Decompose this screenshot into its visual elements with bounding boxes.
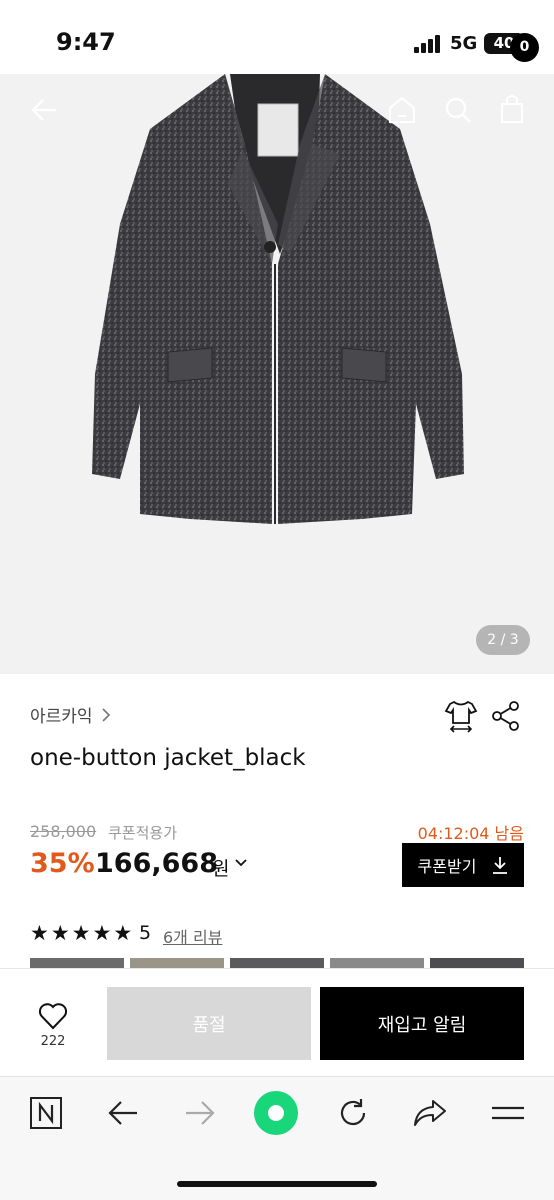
signal-icon xyxy=(414,35,442,53)
naver-n-icon xyxy=(30,1097,62,1129)
green-dot-button[interactable] xyxy=(253,1090,299,1136)
share-page-button[interactable] xyxy=(407,1090,453,1136)
download-icon xyxy=(493,857,508,874)
rating-value: 5 xyxy=(139,922,152,944)
brand-link[interactable]: 아르카익 xyxy=(30,702,113,727)
home-indicator xyxy=(177,1181,377,1187)
refresh-button[interactable] xyxy=(330,1090,376,1136)
search-button[interactable] xyxy=(436,88,480,132)
coupon-price-note: 쿠폰적용가 xyxy=(108,824,178,842)
cart-button[interactable] xyxy=(490,88,534,132)
review-link[interactable]: 6개 리뷰 xyxy=(163,924,222,948)
wishlist-count: 222 xyxy=(40,1034,66,1049)
browser-forward-button[interactable] xyxy=(177,1090,223,1136)
status-bar: 9:47 5G 40 xyxy=(0,0,554,74)
coupon-download-button[interactable]: 쿠폰받기 xyxy=(402,843,524,887)
product-image-gallery[interactable]: 2 / 3 xyxy=(0,74,554,674)
sale-timer: 04:12:04 남음 xyxy=(417,824,524,843)
back-icon xyxy=(108,1101,137,1125)
share-icon[interactable] xyxy=(490,700,522,732)
sale-price: 166,668 xyxy=(95,848,218,879)
cart-count-badge: 0 xyxy=(510,33,539,62)
menu-icon xyxy=(492,1106,524,1120)
heart-icon xyxy=(38,1003,68,1030)
network-type: 5G xyxy=(450,33,478,54)
review-photo-strip[interactable] xyxy=(30,958,524,968)
naver-home-button[interactable] xyxy=(23,1090,69,1136)
forward-icon xyxy=(186,1101,215,1125)
shopping-bag-icon xyxy=(501,95,523,123)
star-icon: ★ xyxy=(92,921,112,945)
chevron-down-icon[interactable] xyxy=(234,856,248,870)
product-image xyxy=(92,74,464,524)
home-button[interactable] xyxy=(380,88,424,132)
star-icon: ★ xyxy=(113,921,133,945)
star-icon: ★ xyxy=(30,921,49,945)
menu-button[interactable] xyxy=(485,1090,531,1136)
discount-rate: 35% xyxy=(30,848,95,879)
size-guide-icon[interactable] xyxy=(444,699,478,733)
home-icon xyxy=(389,96,415,123)
review-photo[interactable] xyxy=(430,958,524,968)
browser-back-button[interactable] xyxy=(100,1090,146,1136)
star-icon: ★ xyxy=(71,921,91,945)
review-photo[interactable] xyxy=(230,958,324,968)
gallery-page-indicator: 2 / 3 xyxy=(476,625,530,655)
share-arrow-icon xyxy=(414,1100,446,1126)
chevron-right-icon xyxy=(101,707,110,722)
green-dot-icon xyxy=(254,1091,298,1135)
currency-label: 원 xyxy=(212,858,230,880)
review-photo[interactable] xyxy=(330,958,424,968)
restock-alert-button[interactable]: 재입고 알림 xyxy=(320,987,524,1060)
review-photo[interactable] xyxy=(30,958,124,968)
back-button[interactable] xyxy=(22,88,66,132)
status-time: 9:47 xyxy=(56,28,116,56)
star-icon: ★ xyxy=(50,921,70,945)
search-icon xyxy=(445,97,471,123)
product-title: one-button jacket_black xyxy=(30,745,306,771)
original-price: 258,000 xyxy=(30,822,97,841)
refresh-icon xyxy=(340,1099,366,1126)
rating-stars: ★ ★ ★ ★ ★ xyxy=(30,920,132,946)
coupon-button-label: 쿠폰받기 xyxy=(417,857,477,876)
back-arrow-icon xyxy=(31,99,56,121)
brand-name: 아르카익 xyxy=(30,707,93,727)
review-photo[interactable] xyxy=(130,958,224,968)
soldout-button[interactable]: 품절 xyxy=(107,987,311,1060)
